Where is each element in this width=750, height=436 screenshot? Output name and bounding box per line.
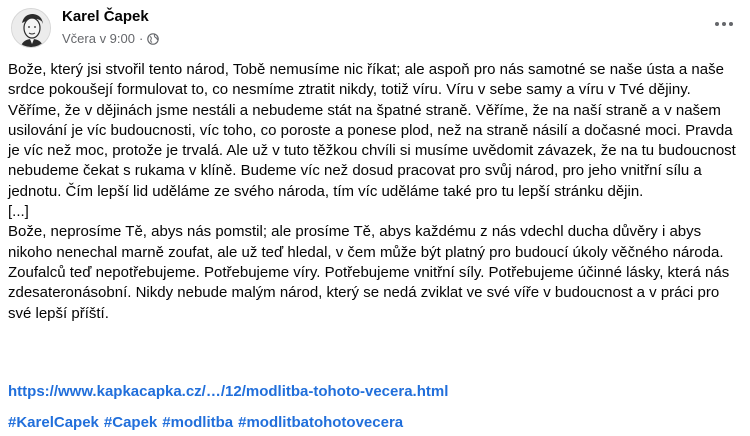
more-options-button[interactable] <box>706 10 742 38</box>
globe-icon[interactable] <box>147 32 160 45</box>
post-paragraph-ellipsis: [...] <box>8 203 29 221</box>
hashtag-modlitba[interactable]: #modlitba <box>162 414 233 431</box>
hashtag-karelcapek[interactable]: #KarelCapek <box>8 414 99 431</box>
hashtag-capek[interactable]: #Capek <box>104 414 157 431</box>
post-paragraph-2: Bože, neprosíme Tě, abys nás pomstil; al… <box>8 223 730 322</box>
meta-separator: · <box>139 31 144 46</box>
post-text: Bože, který jsi stvořil tento národ, Tob… <box>8 60 738 324</box>
hashtag-list: #KarelCapek #Capek #modlitba #modlitbato… <box>8 414 403 431</box>
post-link[interactable]: https://www.kapkacapka.cz/…/12/modlitba-… <box>8 383 448 400</box>
author-name[interactable]: Karel Čapek <box>62 8 149 25</box>
post-meta: Včera v 9:00 · <box>62 31 160 46</box>
author-portrait-icon <box>12 9 50 47</box>
post-timestamp[interactable]: Včera v 9:00 <box>62 31 135 46</box>
more-options-icon <box>715 22 719 26</box>
avatar[interactable] <box>11 8 51 48</box>
post-header: Karel Čapek Včera v 9:00 · <box>0 0 750 56</box>
hashtag-modlitbatohotovecera[interactable]: #modlitbatohotovecera <box>238 414 403 431</box>
post-paragraph-1: Bože, který jsi stvořil tento národ, Tob… <box>8 61 736 200</box>
